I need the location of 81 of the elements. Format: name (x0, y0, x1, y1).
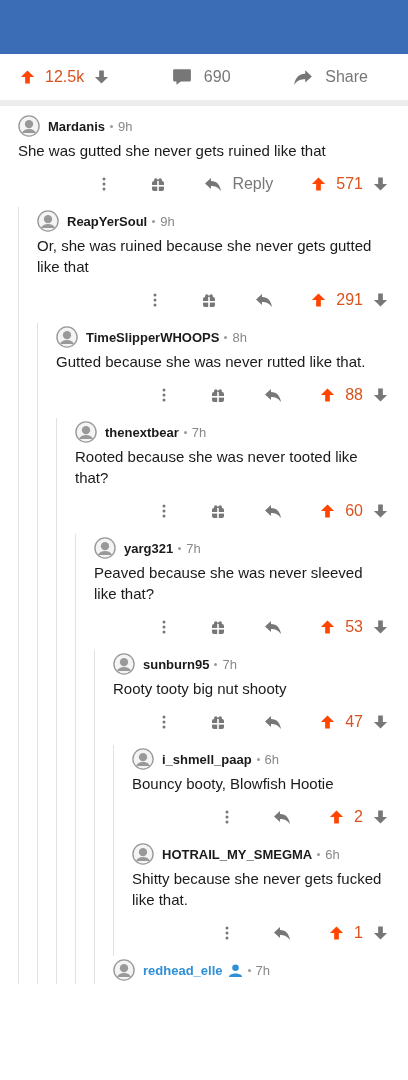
comment-time: 6h (325, 846, 340, 862)
gift-icon[interactable] (210, 619, 227, 635)
comment-score: 571 (336, 175, 363, 193)
comment-text: Or, she was ruined because she never gets gutted like that (37, 236, 373, 277)
comment-time: 7h (186, 540, 201, 556)
avatar-icon[interactable] (75, 421, 97, 443)
comment-score: 47 (345, 713, 363, 731)
comment-time: 9h (118, 118, 133, 134)
downvote-icon[interactable] (94, 69, 110, 85)
comment-score: 1 (354, 924, 363, 942)
avatar-icon[interactable] (94, 537, 116, 559)
person-icon (227, 962, 243, 978)
upvote-icon[interactable] (320, 503, 336, 519)
avatar-icon[interactable] (132, 843, 154, 865)
upvote-icon[interactable] (329, 925, 345, 941)
gift-icon[interactable] (210, 387, 227, 403)
comment-text: She was gutted she never gets ruined like that (18, 141, 327, 161)
avatar-icon[interactable] (113, 959, 135, 981)
username[interactable]: i_shmell_paap (162, 751, 252, 767)
comment-text: Rooted because she was never tooted like that? (75, 447, 359, 488)
comment-time: 7h (222, 656, 237, 672)
upvote-icon[interactable] (20, 69, 35, 85)
avatar-icon[interactable] (132, 748, 154, 770)
downvote-icon[interactable] (373, 809, 388, 825)
reply-icon (204, 176, 223, 192)
reply-icon[interactable] (264, 503, 283, 519)
avatar-icon[interactable] (56, 326, 78, 348)
gift-icon[interactable] (150, 176, 167, 192)
share-icon (293, 68, 314, 86)
reply-icon[interactable] (264, 714, 283, 730)
upvote-icon[interactable] (320, 714, 336, 730)
reply-icon[interactable] (264, 619, 283, 635)
downvote-icon[interactable] (373, 925, 388, 941)
username[interactable]: Mardanis (48, 118, 106, 134)
comment-score: 53 (345, 618, 363, 636)
reply-icon[interactable] (255, 292, 274, 308)
comment-score: 60 (345, 502, 363, 520)
comment-text: Peaved because she was never sleeved like that? (94, 563, 364, 604)
username[interactable]: HOTRAIL_MY_SMEGMA (162, 846, 313, 862)
comment-text: Shitty because she never gets fucked like that. (132, 869, 383, 910)
comment-time: 7h (255, 962, 270, 978)
downvote-icon[interactable] (373, 714, 388, 730)
username[interactable]: TimeSlipperWHOOPS (86, 329, 220, 345)
speech-bubble-icon (171, 68, 192, 86)
comment-time: 6h (264, 751, 280, 767)
upvote-icon[interactable] (311, 292, 327, 308)
comments-button[interactable]: 690 (171, 68, 231, 86)
upvote-icon[interactable] (320, 619, 336, 635)
share-button[interactable]: Share (293, 68, 368, 86)
comment-score: 2 (354, 808, 363, 826)
gift-icon[interactable] (201, 292, 218, 308)
downvote-icon[interactable] (373, 176, 388, 192)
username[interactable]: yarg321 (124, 540, 174, 556)
comment-time: 7h (191, 424, 207, 440)
upvote-icon[interactable] (311, 176, 327, 192)
reply-button[interactable]: Reply (204, 175, 274, 193)
downvote-icon[interactable] (373, 503, 388, 519)
comment-text: Rooty tooty big nut shooty (113, 679, 288, 699)
username[interactable]: sunburn95 (143, 656, 210, 672)
upvote-icon[interactable] (329, 809, 345, 825)
downvote-icon[interactable] (373, 292, 388, 308)
comment-time: 9h (160, 213, 175, 229)
upvote-icon[interactable] (320, 387, 336, 403)
comment-score: 88 (345, 386, 363, 404)
avatar-icon[interactable] (18, 115, 40, 137)
avatar-icon[interactable] (113, 653, 135, 675)
downvote-icon[interactable] (373, 387, 388, 403)
comment-time: 8h (232, 329, 247, 345)
reply-icon[interactable] (264, 387, 283, 403)
post-score: 12.5k (45, 68, 85, 86)
reply-icon[interactable] (273, 809, 292, 825)
avatar-icon[interactable] (37, 210, 59, 232)
reply-icon[interactable] (273, 925, 292, 941)
gift-icon[interactable] (210, 503, 227, 519)
username[interactable]: thenextbear (105, 424, 179, 440)
downvote-icon[interactable] (373, 619, 388, 635)
comment-text: Bouncy booty, Blowfish Hootie (132, 774, 335, 794)
comment-score: 291 (336, 291, 363, 309)
username[interactable]: ReapYerSoul (67, 213, 148, 229)
gift-icon[interactable] (210, 714, 227, 730)
comment-text: Gutted because she was never rutted like that. (56, 352, 367, 372)
